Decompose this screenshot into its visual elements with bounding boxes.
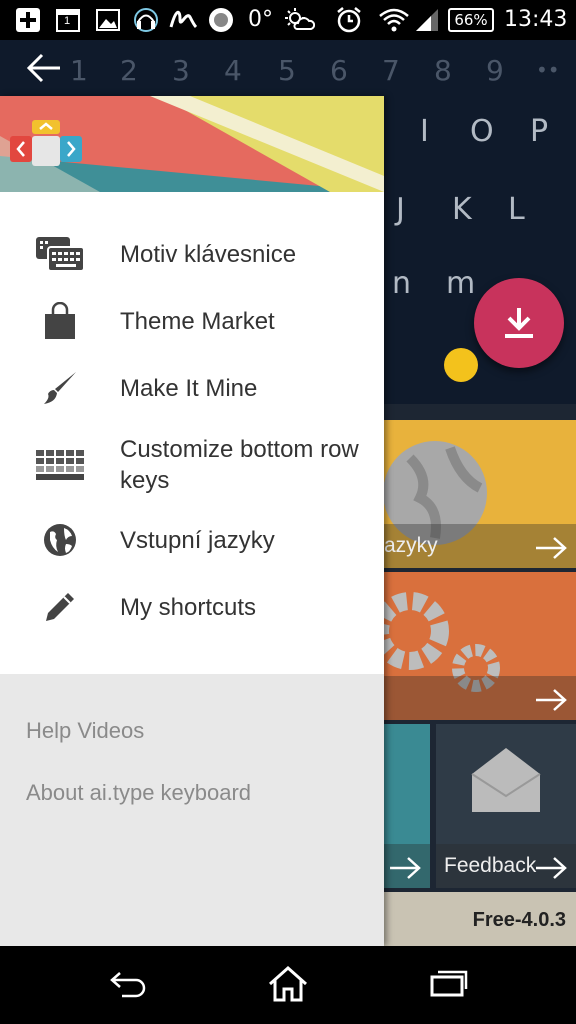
number-key: 8 xyxy=(434,54,452,87)
version-label: Free-4.0.3 xyxy=(472,909,566,931)
menu-item-label: Motiv klávesnice xyxy=(120,240,297,268)
nav-back-button[interactable] xyxy=(106,964,150,1004)
key-letter: I xyxy=(420,114,429,149)
menu-item-customize-bottom-row[interactable]: Customize bottom row keys xyxy=(0,430,384,500)
key-letter: K xyxy=(452,192,472,227)
number-key: 6 xyxy=(330,54,348,87)
key-letter: L xyxy=(508,192,525,227)
arrow-back-icon xyxy=(26,53,60,83)
help-videos-link[interactable]: Help Videos xyxy=(26,718,144,744)
nav-recents-button[interactable] xyxy=(426,964,470,1004)
number-key: 5 xyxy=(278,54,296,87)
menu-item-my-shortcuts[interactable]: My shortcuts xyxy=(0,579,384,635)
envelope-icon xyxy=(471,748,541,812)
calendar-icon: 1 xyxy=(54,6,82,34)
menu-item-label: My shortcuts xyxy=(120,593,257,621)
pencil-icon xyxy=(36,587,84,627)
number-key: 9 xyxy=(486,54,504,87)
keyboard-keys-icon xyxy=(36,445,84,485)
globe-icon xyxy=(36,520,84,560)
key-letter: P xyxy=(530,114,549,149)
battery-level: 66% xyxy=(454,11,488,29)
arrow-right-icon xyxy=(536,857,567,879)
tile-feedback[interactable]: Feedback xyxy=(436,724,576,888)
number-key: 3 xyxy=(172,54,190,87)
headset-icon xyxy=(130,6,162,34)
add-box-icon xyxy=(14,6,42,34)
arrow-right-icon xyxy=(536,537,567,559)
menu-item-input-languages[interactable]: Vstupní jazyky xyxy=(0,512,384,568)
arrow-right-icon xyxy=(390,857,421,879)
tile-feedback-label: Feedback xyxy=(444,854,537,877)
key-letter: J xyxy=(396,192,405,227)
arrow-right-icon xyxy=(536,689,567,711)
download-icon xyxy=(505,308,533,338)
tile-languages-label: azyky xyxy=(384,534,438,557)
keyboard-theme-icon xyxy=(36,234,84,274)
menu-item-label: Make It Mine xyxy=(120,374,258,402)
paint-brush-icon xyxy=(36,368,84,408)
menu-item-make-it-mine[interactable]: Make It Mine xyxy=(0,360,384,416)
temperature: 0° xyxy=(248,7,273,32)
back-button[interactable] xyxy=(26,52,66,88)
signal-icon xyxy=(414,6,440,34)
about-link[interactable]: About ai.type keyboard xyxy=(26,780,251,806)
recent-apps-icon xyxy=(430,970,468,997)
key-letter: m xyxy=(446,266,476,301)
nav-home-button[interactable] xyxy=(266,964,310,1004)
menu-item-theme-market[interactable]: Theme Market xyxy=(0,293,384,349)
number-key: 2 xyxy=(120,54,138,87)
image-icon xyxy=(94,6,122,34)
battery-icon: 66% xyxy=(446,6,496,34)
navigation-bar xyxy=(0,946,576,1024)
clock: 13:43 xyxy=(504,7,568,32)
menu-item-label: Theme Market xyxy=(120,307,275,335)
home-icon xyxy=(269,965,307,1002)
shopping-bag-icon xyxy=(36,301,84,341)
drawer-footer: Help Videos About ai.type keyboard xyxy=(0,674,384,946)
nav-back-icon xyxy=(110,972,146,998)
calendar-day: 1 xyxy=(64,15,71,27)
weather-icon xyxy=(282,6,316,34)
number-key: 7 xyxy=(382,54,400,87)
record-icon xyxy=(206,6,236,34)
number-key: 1 xyxy=(70,54,88,87)
alarm-icon xyxy=(334,6,364,34)
wifi-icon xyxy=(378,6,410,34)
smiley-icon xyxy=(444,348,478,382)
drawer-menu: Motiv klávesnice Theme Market Make It Mi… xyxy=(0,192,384,674)
download-button[interactable] xyxy=(474,278,564,368)
key-letter: n xyxy=(392,266,412,301)
number-key: 4 xyxy=(224,54,242,87)
app-logo-icon xyxy=(10,120,82,166)
key-letter: O xyxy=(470,114,494,149)
menu-item-keyboard-theme[interactable]: Motiv klávesnice xyxy=(0,226,384,282)
menu-item-label: Customize bottom row keys xyxy=(120,436,359,494)
status-bar: 1 0° 66% 13:43 xyxy=(0,0,576,40)
navigation-drawer: Motiv klávesnice Theme Market Make It Mi… xyxy=(0,96,384,946)
sign-icon xyxy=(168,6,198,34)
menu-item-label: Vstupní jazyky xyxy=(120,526,275,554)
drawer-header xyxy=(0,96,384,192)
